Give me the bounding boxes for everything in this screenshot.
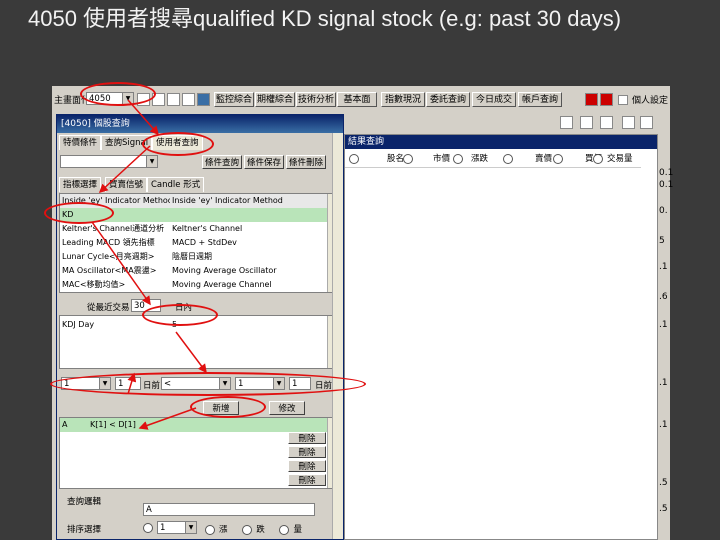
annotation-arrows [91,99,207,430]
arrow-to-kd [98,145,151,194]
arrow-to-period [91,221,151,306]
arrow-to-condition [175,331,207,374]
arrow-to-formula [138,407,197,430]
arrow-to-left-condition [127,372,137,395]
arrow-to-tab [127,99,159,136]
